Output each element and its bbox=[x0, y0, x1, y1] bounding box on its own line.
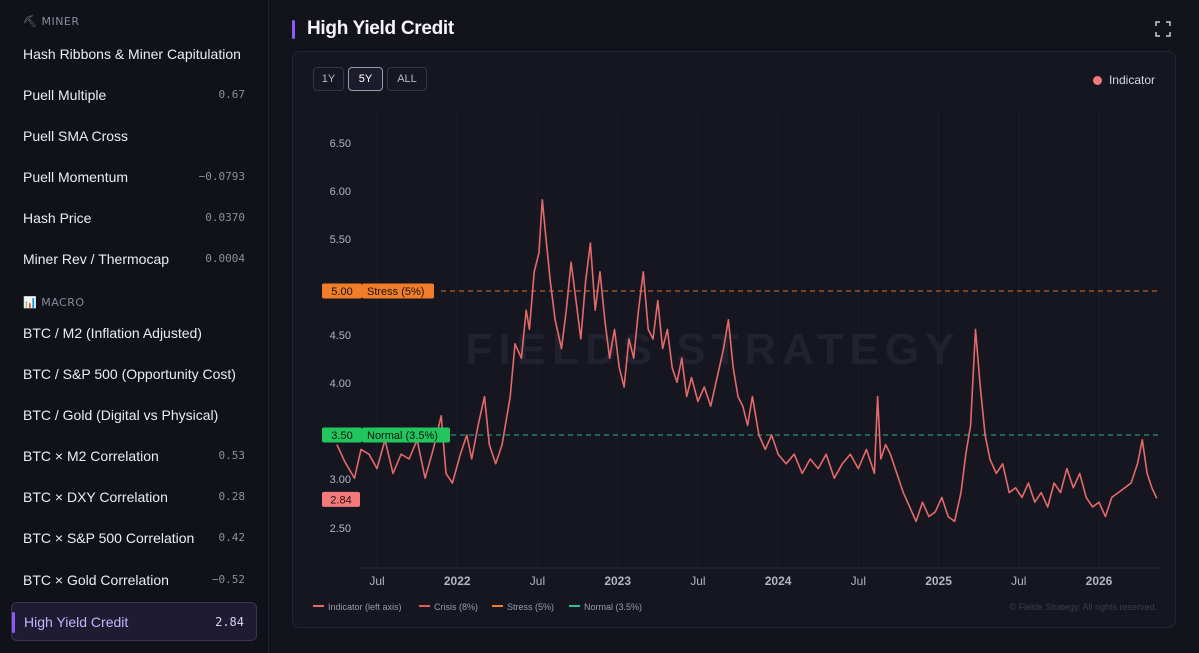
chart-card: 1Y 5Y ALL Indicator FIELDS STRATEGY 6.50… bbox=[292, 51, 1176, 628]
sidebar-item-value: 0.42 bbox=[218, 531, 246, 544]
copyright-text: © Fields Strategy. All rights reserved. bbox=[1009, 602, 1157, 612]
x-axis-ticks: Jul 2022 Jul 2023 Jul 2024 Jul 2025 Jul … bbox=[369, 574, 1112, 588]
stress-label-text: Stress (5%) bbox=[367, 286, 424, 298]
sidebar-item-btc-m2-correlation[interactable]: BTC × M2 Correlation 0.53 bbox=[11, 436, 257, 475]
sidebar-item-btc-sp500[interactable]: BTC / S&P 500 (Opportunity Cost) bbox=[11, 354, 257, 393]
sidebar-item-value: 0.53 bbox=[218, 449, 246, 462]
sidebar-item-miner-rev-thermocap[interactable]: Miner Rev / Thermocap 0.0004 bbox=[11, 239, 257, 278]
x-tick-label: 2023 bbox=[604, 574, 631, 588]
section-title: MACRO bbox=[41, 296, 85, 309]
sidebar-item-btc-gold[interactable]: BTC / Gold (Digital vs Physical) bbox=[11, 395, 257, 434]
bar-chart-icon: 📊 bbox=[23, 296, 38, 309]
sidebar-item-label: BTC × Gold Correlation bbox=[23, 571, 169, 588]
y-tick-label: 4.00 bbox=[330, 378, 351, 390]
current-value-text: 2.84 bbox=[330, 494, 351, 506]
main-panel: High Yield Credit 1Y 5Y ALL Indicator FI… bbox=[270, 0, 1199, 653]
sidebar-item-label: Puell Momentum bbox=[23, 168, 129, 185]
x-tick-label: 2024 bbox=[765, 574, 792, 588]
sidebar-item-hash-ribbons[interactable]: Hash Ribbons & Miner Capitulation bbox=[11, 34, 257, 73]
chart-legend-bottom: Indicator (left axis) Crisis (8%) Stress… bbox=[313, 602, 642, 612]
normal-badge: 3.50 Normal (3.5%) bbox=[322, 427, 450, 443]
page-header: High Yield Credit bbox=[292, 18, 454, 40]
y-tick-label: 6.00 bbox=[330, 186, 351, 198]
sidebar-item-label: Puell SMA Cross bbox=[23, 127, 129, 144]
section-header-macro: 📊 MACRO bbox=[23, 296, 85, 309]
x-tick-label: Jul bbox=[851, 574, 866, 588]
legend-label-crisis[interactable]: Crisis (8%) bbox=[434, 602, 478, 612]
sidebar-item-puell-momentum[interactable]: Puell Momentum −0.0793 bbox=[11, 157, 257, 196]
x-tick-label: Jul bbox=[369, 574, 384, 588]
sidebar-item-label: Miner Rev / Thermocap bbox=[23, 250, 170, 267]
sidebar-item-label: BTC / M2 (Inflation Adjusted) bbox=[23, 324, 202, 341]
sidebar-item-btc-dxy-correlation[interactable]: BTC × DXY Correlation 0.28 bbox=[11, 477, 257, 516]
legend-label-normal[interactable]: Normal (3.5%) bbox=[584, 602, 642, 612]
sidebar-item-label: Puell Multiple bbox=[23, 86, 107, 103]
sidebar-item-value: −0.52 bbox=[211, 573, 245, 586]
section-title: MINER bbox=[41, 15, 80, 28]
current-value-badge: 2.84 bbox=[322, 491, 360, 507]
sidebar-item-label: BTC × S&P 500 Correlation bbox=[23, 529, 195, 546]
sidebar-item-value: 0.0004 bbox=[205, 252, 245, 265]
stress-badge: 5.00 Stress (5%) bbox=[322, 283, 434, 299]
y-axis-ticks: 6.50 6.00 5.50 4.50 4.00 3.00 2.50 bbox=[330, 138, 351, 535]
sidebar-item-value: 0.0370 bbox=[205, 211, 245, 224]
section-header-miner: ⛏ MINER bbox=[23, 15, 80, 28]
sidebar-item-label: High Yield Credit bbox=[24, 613, 129, 630]
x-tick-label: Jul bbox=[1011, 574, 1026, 588]
sidebar-item-label: BTC / Gold (Digital vs Physical) bbox=[23, 406, 219, 423]
y-tick-label: 2.50 bbox=[330, 523, 351, 535]
sidebar-item-label: BTC / S&P 500 (Opportunity Cost) bbox=[23, 365, 236, 382]
sidebar-item-label: Hash Price bbox=[23, 209, 92, 226]
normal-value-text: 3.50 bbox=[331, 430, 352, 442]
legend-label-stress[interactable]: Stress (5%) bbox=[507, 602, 554, 612]
y-tick-label: 5.50 bbox=[330, 234, 351, 246]
legend-label-indicator-left-axis[interactable]: Indicator (left axis) bbox=[328, 602, 402, 612]
sidebar-item-value: −0.0793 bbox=[198, 170, 245, 183]
x-tick-label: Jul bbox=[530, 574, 545, 588]
sidebar-item-btc-m2[interactable]: BTC / M2 (Inflation Adjusted) bbox=[11, 313, 257, 352]
x-tick-label: 2026 bbox=[1086, 574, 1113, 588]
pickaxe-icon: ⛏ bbox=[23, 15, 38, 28]
x-tick-label: 2025 bbox=[925, 574, 952, 588]
y-tick-label: 4.50 bbox=[330, 330, 351, 342]
y-tick-label: 3.00 bbox=[330, 474, 351, 486]
title-accent-bar bbox=[292, 19, 295, 39]
x-tick-label: 2022 bbox=[444, 574, 471, 588]
sidebar-item-value: 2.84 bbox=[215, 614, 244, 629]
normal-label-text: Normal (3.5%) bbox=[367, 430, 438, 442]
sidebar-item-label: BTC × M2 Correlation bbox=[23, 447, 159, 464]
sidebar-item-btc-sp500-correlation[interactable]: BTC × S&P 500 Correlation 0.42 bbox=[11, 518, 257, 557]
sidebar-item-high-yield-credit[interactable]: High Yield Credit 2.84 bbox=[11, 602, 257, 641]
y-tick-label: 6.50 bbox=[330, 138, 351, 150]
sidebar-item-label: BTC × DXY Correlation bbox=[23, 488, 168, 505]
sidebar: ⛏ MINER Hash Ribbons & Miner Capitulatio… bbox=[0, 0, 269, 653]
watermark: FIELDS STRATEGY bbox=[466, 325, 961, 374]
sidebar-item-value: 0.67 bbox=[218, 88, 246, 101]
sidebar-item-btc-gold-correlation[interactable]: BTC × Gold Correlation −0.52 bbox=[11, 560, 257, 599]
sidebar-item-puell-multiple[interactable]: Puell Multiple 0.67 bbox=[11, 75, 257, 114]
expand-icon[interactable] bbox=[1155, 21, 1171, 37]
stress-value-text: 5.00 bbox=[331, 286, 352, 298]
chart-svg: FIELDS STRATEGY 6.50 6.00 5.50 4.50 4.00… bbox=[313, 112, 1159, 612]
sidebar-item-puell-sma-cross[interactable]: Puell SMA Cross bbox=[11, 116, 257, 155]
sidebar-item-value: 0.28 bbox=[218, 490, 246, 503]
sidebar-item-label: Hash Ribbons & Miner Capitulation bbox=[23, 45, 241, 62]
page-title: High Yield Credit bbox=[307, 18, 454, 39]
x-tick-label: Jul bbox=[690, 574, 705, 588]
sidebar-item-hash-price[interactable]: Hash Price 0.0370 bbox=[11, 198, 257, 237]
